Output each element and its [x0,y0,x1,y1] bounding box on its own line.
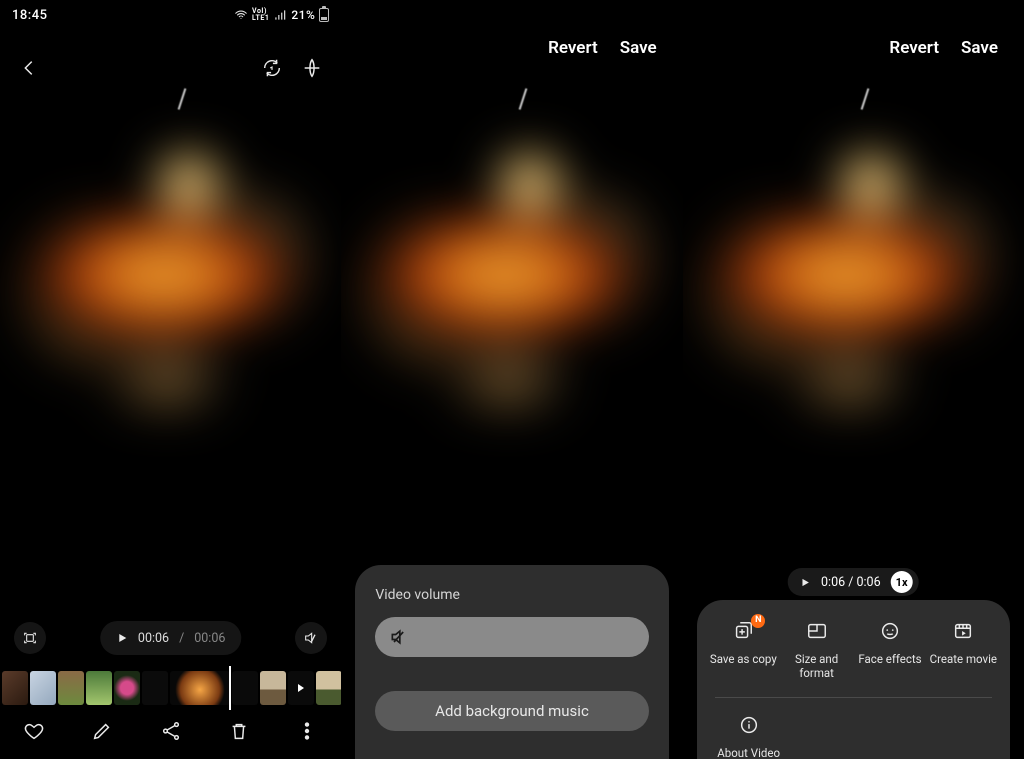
video-preview[interactable] [341,110,682,410]
mute-button[interactable] [295,622,327,654]
thumbnail[interactable] [58,671,84,705]
battery-icon [319,8,329,22]
save-button[interactable]: Save [620,38,657,58]
share-icon[interactable] [160,720,182,742]
play-icon [116,632,128,644]
save-button[interactable]: Save [961,38,998,58]
status-bar: 18:45 VoI)LTE1 21% [0,0,341,30]
favorite-icon[interactable] [23,720,45,742]
edit-icon[interactable] [91,720,113,742]
video-preview[interactable] [0,110,341,410]
divider [715,697,992,698]
remaster-icon[interactable] [261,57,283,79]
tool-label: About Video Editor [713,746,785,759]
gallery-video-screen: 18:45 VoI)LTE1 21% [0,0,341,759]
more-icon[interactable] [296,720,318,742]
tool-label: Create movie [930,652,997,666]
editor-header: Revert Save [863,38,1024,58]
face-effects-icon [879,620,901,642]
thumbnail[interactable] [316,671,341,705]
playback-pill[interactable]: 0:06 / 0:06 1x [788,568,919,596]
sheet-title: Video volume [375,587,648,603]
video-preview-streak [519,88,528,110]
thumbnail[interactable] [232,671,258,705]
thumbnail[interactable] [260,671,286,705]
thumbnail[interactable] [2,671,28,705]
video-volume-screen: Revert Save Video volume Add background … [341,0,682,759]
revert-button[interactable]: Revert [548,38,598,58]
create-movie-icon [952,620,974,642]
video-preview-streak [178,88,187,110]
filmstrip[interactable] [0,671,341,705]
delete-icon[interactable] [228,720,250,742]
tool-label: Save as copy [710,652,777,666]
playback-pill[interactable]: 00:06 / 00:06 [100,621,241,655]
new-badge: N [751,614,765,628]
about-video-editor-button[interactable]: About Video Editor [713,712,785,759]
volte-icon: VoI)LTE1 [252,8,269,22]
time-sep: / [179,631,184,646]
signal-icon [273,8,287,22]
time-current: 00:06 [138,631,169,646]
capture-frame-button[interactable] [14,622,46,654]
speed-chip[interactable]: 1x [891,571,913,593]
thumbnail[interactable] [30,671,56,705]
tool-label: Size and format [781,652,853,681]
vision-icon[interactable] [301,57,323,79]
thumbnail[interactable] [114,671,140,705]
volume-sheet: Video volume Add background music [355,565,668,759]
clock: 18:45 [12,8,47,23]
face-effects-button[interactable]: Face effects [854,618,926,681]
top-bar [0,48,341,88]
tools-sheet: N Save as copy Size and format Face effe… [697,600,1010,759]
thumbnail-current[interactable] [170,671,230,705]
size-format-button[interactable]: Size and format [781,618,853,681]
volume-slider[interactable] [375,617,648,657]
info-icon [738,714,760,736]
save-as-copy-button[interactable]: N Save as copy [707,618,779,681]
mute-icon [389,627,409,647]
thumbnail-video[interactable] [288,671,314,705]
editor-header: Revert Save [522,38,683,58]
bottom-action-bar [0,709,341,753]
wifi-icon [234,8,248,22]
tool-label: Face effects [858,652,921,666]
revert-button[interactable]: Revert [889,38,939,58]
video-tools-screen: Revert Save 0:06 / 0:06 1x N Save as cop… [683,0,1024,759]
thumbnail[interactable] [142,671,168,705]
video-preview[interactable] [683,110,1024,410]
size-format-icon [806,620,828,642]
add-background-music-button[interactable]: Add background music [375,691,648,731]
thumbnail[interactable] [86,671,112,705]
video-preview-streak [860,88,869,110]
back-icon[interactable] [18,57,40,79]
play-icon [800,577,811,588]
time-text: 0:06 / 0:06 [821,575,881,590]
time-total: 00:06 [194,631,225,646]
create-movie-button[interactable]: Create movie [927,618,999,681]
bg-music-label: Add background music [435,702,589,720]
battery-text: 21% [291,8,315,22]
